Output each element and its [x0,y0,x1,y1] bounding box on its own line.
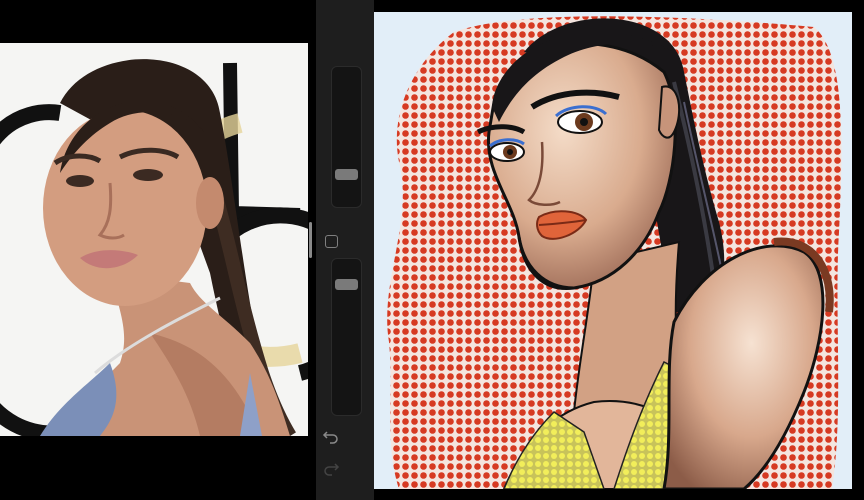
drawing-canvas[interactable] [374,12,852,489]
modifier-square-icon[interactable] [325,235,338,248]
caricature-artwork [374,12,852,489]
panel-resize-handle[interactable] [309,222,312,258]
redo-button[interactable] [321,458,341,478]
opacity-thumb[interactable] [335,279,358,290]
undo-arrow-icon [322,431,338,444]
opacity-slider[interactable] [331,258,362,416]
brush-size-slider[interactable] [331,66,362,208]
reference-panel [0,0,316,500]
reference-photo-image [0,43,308,436]
redo-arrow-icon [324,463,340,476]
sidebar-toolbar [316,0,374,500]
undo-button[interactable] [321,426,341,446]
procreate-app [0,0,864,500]
reference-photo[interactable] [0,43,308,436]
brush-size-thumb[interactable] [335,169,358,180]
